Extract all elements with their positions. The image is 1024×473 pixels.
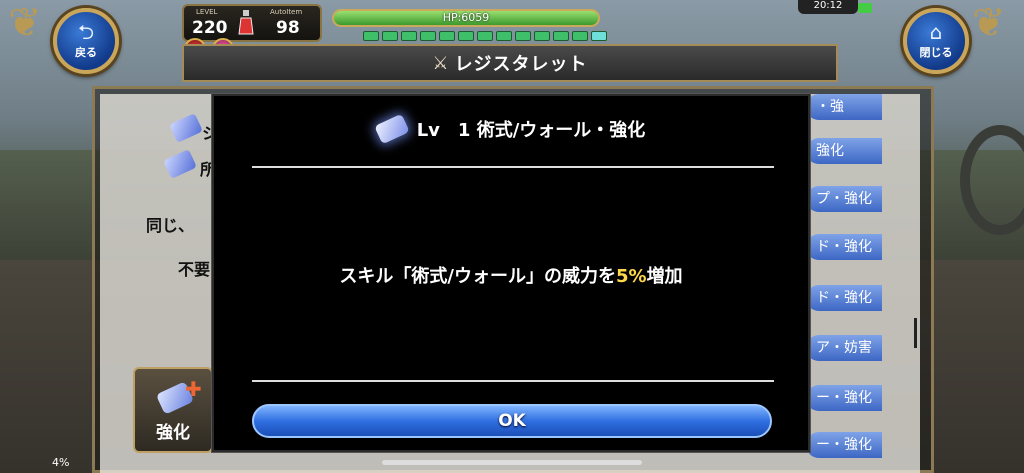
skill-chip[interactable]: ド・強化	[806, 285, 882, 311]
back-label: 戻る	[75, 46, 97, 59]
back-arrow-icon: ⮌	[77, 20, 95, 44]
plus-icon: ✚	[185, 377, 202, 401]
mp-segment	[382, 31, 398, 41]
level-value: 220	[192, 18, 228, 38]
dialog-description: スキル「術式/ウォール」の威力を5%増加	[214, 262, 808, 288]
mp-segment	[515, 31, 531, 41]
battery-icon	[858, 3, 872, 13]
mp-segment	[553, 31, 569, 41]
mp-segment	[496, 31, 512, 41]
autoitem-value: 98	[276, 18, 300, 38]
skill-chip[interactable]: ー・強化	[806, 432, 882, 458]
desc-text-end: 増加	[646, 266, 683, 287]
mp-segment	[572, 31, 588, 41]
ornament-right-icon: ❦	[972, 0, 1006, 46]
home-indicator[interactable]	[382, 460, 642, 465]
divider	[252, 380, 774, 382]
skill-chip[interactable]: ア・妨害	[806, 335, 882, 361]
hp-bar: HP:6059	[332, 9, 600, 27]
window-title-bar: ⚔ レジスタレット	[182, 44, 838, 82]
skill-chip[interactable]: 強化	[806, 138, 882, 164]
skill-chip[interactable]: ド・強化	[806, 234, 882, 260]
desc-value: 5%	[616, 266, 647, 287]
mp-segment	[439, 31, 455, 41]
dialog-header: Lv 1 術式/ウォール・強化	[214, 113, 808, 145]
ornament-left-icon: ❦	[8, 0, 42, 46]
register-item-icon	[373, 113, 410, 145]
divider	[252, 166, 774, 168]
enhance-label: 強化	[156, 423, 190, 443]
skill-detail-dialog: Lv 1 術式/ウォール・強化 スキル「術式/ウォール」の威力を5%増加 OK	[212, 94, 810, 452]
skill-chip[interactable]: ・強	[806, 94, 882, 120]
ok-button[interactable]: OK	[252, 404, 772, 438]
home-icon: ⌂	[929, 20, 943, 44]
mp-segment	[534, 31, 550, 41]
hp-text: HP:6059	[442, 11, 490, 24]
crossed-swords-icon: ⚔	[432, 52, 449, 74]
mp-segment	[401, 31, 417, 41]
autoitem-caption: AutoItem	[270, 8, 303, 16]
mp-gauge	[363, 31, 607, 41]
back-button[interactable]: ⮌ 戻る	[53, 8, 119, 74]
skill-chip[interactable]: ー・強化	[806, 385, 882, 411]
level-caption: LEVEL	[196, 8, 218, 16]
list-scrollbar[interactable]	[914, 318, 917, 348]
mp-segment	[477, 31, 493, 41]
enhance-button[interactable]: ✚ 強化	[133, 367, 213, 453]
mp-segment	[591, 31, 607, 41]
desc-text: スキル「術式/ウォール」の威力を	[339, 266, 616, 287]
window-title: レジスタレット	[454, 54, 588, 75]
bg-line1-text: 同じ、	[146, 216, 195, 235]
close-label: 閉じる	[919, 46, 953, 59]
close-button[interactable]: ⌂ 閉じる	[903, 8, 969, 74]
dialog-title: Lv 1 術式/ウォール・強化	[416, 120, 646, 141]
mp-segment	[363, 31, 379, 41]
mp-segment	[458, 31, 474, 41]
level-box: LEVEL 220 AutoItem 98	[182, 4, 322, 42]
mp-segment	[420, 31, 436, 41]
skill-chip[interactable]: プ・強化	[806, 186, 882, 212]
exp-percent: 4%	[52, 456, 70, 469]
clock: 20:12	[798, 0, 858, 14]
potion-icon	[238, 10, 254, 35]
bg-line2-text: 不要	[178, 260, 211, 279]
